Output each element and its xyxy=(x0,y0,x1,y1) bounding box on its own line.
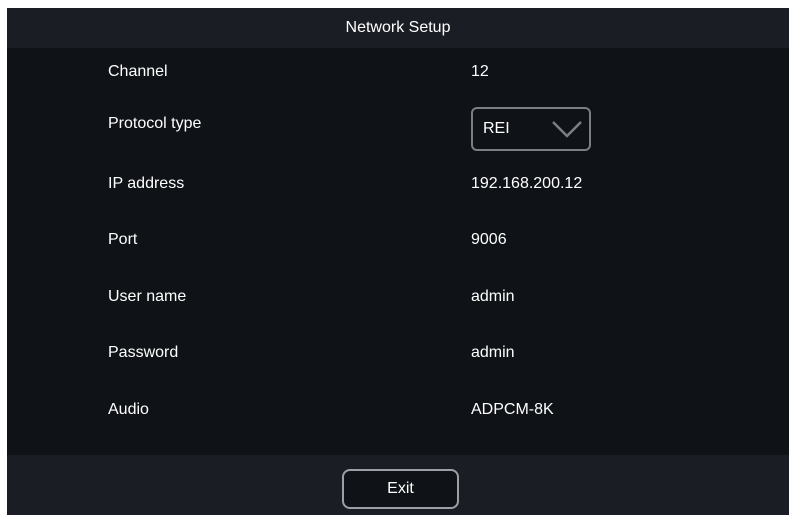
port-value[interactable]: 9006 xyxy=(471,231,507,249)
channel-value[interactable]: 12 xyxy=(471,63,489,81)
row-password: Password admin xyxy=(7,333,789,373)
user-name-label: User name xyxy=(108,288,187,305)
row-ip-address: IP address 192.168.200.12 xyxy=(7,164,789,204)
row-user-name: User name admin xyxy=(7,277,789,317)
network-setup-dialog: Network Setup Channel 12 Protocol type R… xyxy=(7,8,789,515)
protocol-label: Protocol type xyxy=(108,115,202,132)
protocol-type-value: REI xyxy=(483,120,510,137)
row-channel: Channel 12 xyxy=(7,52,789,92)
audio-label: Audio xyxy=(108,401,149,418)
channel-label: Channel xyxy=(108,63,168,80)
dialog-title-bar: Network Setup xyxy=(7,8,789,48)
port-label: Port xyxy=(108,231,138,248)
settings-list: Channel 12 Protocol type REI IP address … xyxy=(7,48,789,455)
audio-value[interactable]: ADPCM-8K xyxy=(471,401,554,419)
password-value[interactable]: admin xyxy=(471,344,515,362)
row-port: Port 9006 xyxy=(7,220,789,260)
dialog-title: Network Setup xyxy=(345,19,451,36)
dialog-footer: Exit xyxy=(7,455,789,515)
exit-button[interactable]: Exit xyxy=(342,469,459,509)
protocol-type-select[interactable]: REI xyxy=(471,107,591,151)
user-name-value[interactable]: admin xyxy=(471,288,515,306)
row-protocol: Protocol type REI xyxy=(7,107,789,151)
ip-address-value[interactable]: 192.168.200.12 xyxy=(471,175,582,193)
chevron-down-icon xyxy=(552,121,582,138)
password-label: Password xyxy=(108,344,179,361)
ip-address-label: IP address xyxy=(108,175,185,192)
row-audio: Audio ADPCM-8K xyxy=(7,390,789,430)
